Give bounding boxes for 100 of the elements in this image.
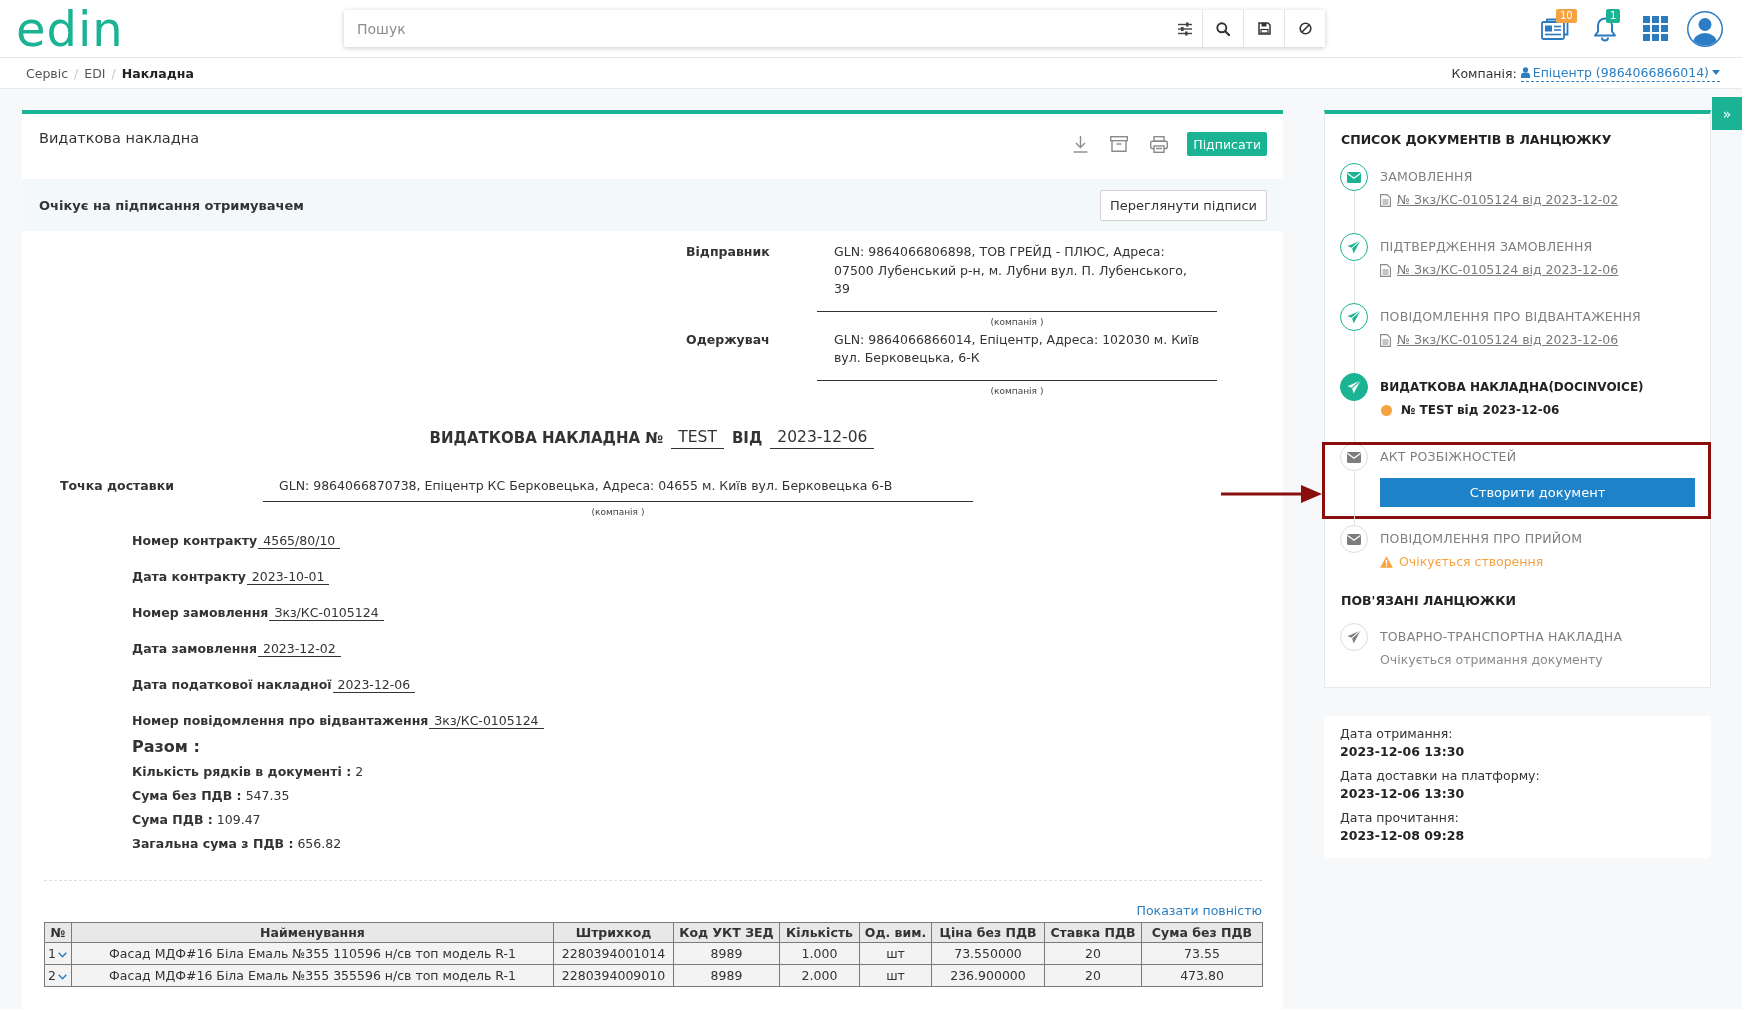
date-label: Дата прочитання:: [1340, 809, 1459, 827]
search-bar[interactable]: Пошук: [344, 10, 1325, 47]
step-title: ВИДАТКОВА НАКЛАДНА(DOCINVOICE): [1380, 379, 1644, 396]
printer-icon[interactable]: [1150, 135, 1169, 153]
caption-text: (компанія ): [591, 506, 645, 518]
document-title: Видаткова накладна: [39, 129, 200, 148]
field-label: Номер повідомлення про відвантаження: [132, 713, 429, 728]
party-value: GLN: 9864066866014, Епіцентр, Адреса: 102030 м. Київ вул. Берковецька, 6-К: [817, 330, 1217, 381]
filter-button[interactable]: [1168, 10, 1202, 47]
table-cell: Фасад МДФ#16 Біла Емаль №355 110596 н/св топ модель R-1: [71, 942, 554, 965]
document-icon: [1380, 263, 1391, 277]
party-label: Одержувач: [686, 330, 771, 349]
caret-icon: [1712, 70, 1720, 75]
date-label: Дата доставки на платформу:: [1340, 767, 1540, 785]
chevron-down-icon[interactable]: [57, 973, 67, 980]
total-value: 109.47: [216, 812, 261, 827]
breadcrumb-separator: /: [74, 65, 79, 81]
save-button[interactable]: [1243, 10, 1284, 47]
document-link[interactable]: № Зкз/КС-0105124 від 2023-12-06: [1397, 261, 1619, 279]
date-label: Дата отримання:: [1340, 725, 1453, 743]
column-header: Штрихкод: [553, 922, 674, 943]
column-header: Код УКТ ЗЕД: [673, 922, 780, 943]
column-header: Ціна без ПДВ: [931, 922, 1045, 943]
totals-title: Разом :: [132, 736, 200, 758]
document-number: № TEST від 2023-12-06: [1401, 402, 1560, 419]
logo[interactable]: edin: [16, 0, 124, 57]
user-icon: [1520, 67, 1530, 78]
company-link[interactable]: Епіцентр (9864066866014): [1520, 64, 1720, 82]
clear-button[interactable]: [1284, 10, 1325, 47]
row-number: 1: [48, 946, 56, 961]
total-value: 547.35: [245, 788, 290, 803]
search-field[interactable]: Пошук: [344, 10, 1168, 47]
column-header: №: [44, 922, 72, 943]
step-title: ПОВІДОМЛЕННЯ ПРО ПРИЙОМ: [1380, 530, 1583, 548]
column-header: Сума без ПДВ: [1141, 922, 1263, 943]
date-value: 2023-12-06: [770, 426, 875, 449]
total-label: Сума ПДВ :: [132, 812, 213, 827]
field-value: 2023-12-02: [257, 641, 341, 657]
document-icon: [1380, 333, 1391, 347]
search-button[interactable]: [1202, 10, 1243, 47]
save-icon: [1257, 22, 1271, 35]
slash-circle-icon: [1298, 22, 1312, 35]
breadcrumb-separator: /: [111, 65, 116, 81]
date-value: 2023-12-08 09:28: [1340, 827, 1465, 845]
total-value: 656.82: [297, 836, 342, 851]
company-label: Компанія:: [1451, 65, 1517, 81]
sign-button[interactable]: Підписати: [1187, 132, 1267, 156]
total-label: Кількість рядків в документі :: [132, 764, 352, 779]
column-header: Ставка ПДВ: [1044, 922, 1142, 943]
warning-icon: [1380, 556, 1393, 568]
pending-status: Очікується створення: [1399, 553, 1544, 571]
caption-text: (компанія ): [990, 384, 1044, 397]
breadcrumb-item[interactable]: Сервіс: [26, 65, 69, 81]
column-header: Кількість: [779, 922, 860, 943]
breadcrumb-item: Накладна: [121, 65, 194, 81]
breadcrumb-item[interactable]: EDI: [84, 65, 106, 81]
apps-grid-icon[interactable]: [1642, 16, 1668, 41]
document-link[interactable]: № Зкз/КС-0105124 від 2023-12-06: [1397, 331, 1619, 349]
date-value: 2023-12-06 13:30: [1340, 785, 1465, 803]
field-value: Зкз/КС-0105124: [269, 605, 384, 621]
document-heading: ВИДАТКОВА НАКЛАДНА №: [429, 427, 664, 449]
column-header: Найменування: [71, 922, 554, 943]
total-value: 2: [355, 764, 364, 779]
field-value: Зкз/КС-0105124: [429, 713, 544, 729]
section-title: ПОВ'ЯЗАНІ ЛАНЦЮЖКИ: [1341, 592, 1516, 610]
field-label: Номер контракту: [132, 533, 258, 548]
show-full-link[interactable]: Показати повністю: [1136, 903, 1262, 918]
field-value: 2023-12-06: [332, 677, 416, 693]
count-badge: 1: [1606, 9, 1621, 23]
caption-text: (компанія ): [990, 315, 1044, 328]
step-title: ПОВІДОМЛЕННЯ ПРО ВІДВАНТАЖЕННЯ: [1380, 308, 1641, 326]
date-value: 2023-12-06 13:30: [1340, 743, 1465, 761]
create-document-button[interactable]: Створити документ: [1380, 478, 1695, 507]
step-title: ТОВАРНО-ТРАНСПОРТНА НАКЛАДНА: [1380, 628, 1623, 646]
party-value: GLN: 9864066806898, ТОВ ГРЕЙД - ПЛЮС, Адреса: 07500 Лубенський р-н, м. Лубни вул. П. Лубенського, 39: [817, 243, 1217, 312]
step-title: АКТ РОЗБІЖНОСТЕЙ: [1380, 448, 1517, 466]
party-label: Відправник: [686, 243, 771, 261]
delivery-value: GLN: 9864066870738, Епіцентр КС Берковецька, Адреса: 04655 м. Київ вул. Берковецька 6-В: [263, 476, 973, 502]
field-value: 2023-10-01: [246, 569, 330, 585]
panel-toggle-button[interactable]: »: [1712, 97, 1742, 130]
download-icon[interactable]: [1073, 135, 1089, 153]
count-badge: 10: [1556, 9, 1577, 23]
field-label: Номер замовлення: [132, 605, 269, 620]
step-title: ПІДТВЕРДЖЕННЯ ЗАМОВЛЕННЯ: [1380, 238, 1593, 256]
field-label: Дата контракту: [132, 569, 246, 584]
avatar-icon[interactable]: [1686, 9, 1724, 48]
status-dot-icon: [1381, 404, 1392, 416]
sliders-icon: [1178, 21, 1192, 36]
document-icon: [1380, 193, 1391, 207]
step-title: ЗАМОВЛЕННЯ: [1380, 168, 1473, 186]
section-title: СПИСОК ДОКУМЕНТІВ В ЛАНЦЮЖКУ: [1341, 131, 1612, 149]
delivery-label: Точка доставки: [60, 476, 175, 495]
row-number: 2: [48, 968, 56, 983]
document-link[interactable]: № Зкз/КС-0105124 від 2023-12-02: [1397, 191, 1619, 209]
status-text: Очікує на підписання отримувачем: [39, 197, 304, 213]
field-label: Дата податкової накладної: [132, 677, 332, 692]
archive-icon[interactable]: [1110, 136, 1129, 152]
chevron-down-icon[interactable]: [57, 951, 67, 958]
view-signatures-button[interactable]: Переглянути підписи: [1100, 189, 1267, 221]
total-label: Сума без ПДВ :: [132, 788, 242, 803]
